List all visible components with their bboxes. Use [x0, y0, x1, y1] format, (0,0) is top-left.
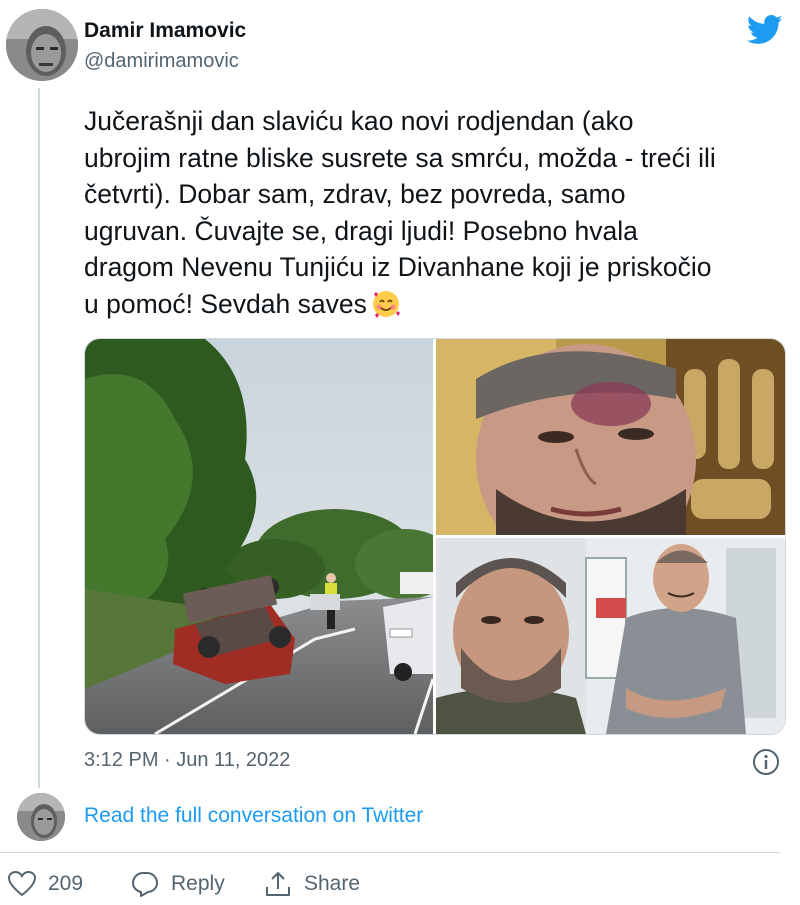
author-name[interactable]: Damir Imamovic [84, 19, 246, 43]
reader-avatar [17, 793, 65, 841]
reply-button[interactable]: Reply [131, 868, 225, 900]
overturned-car-road-photo[interactable] [85, 339, 433, 734]
share-label: Share [304, 872, 361, 895]
tweet-timestamp[interactable]: 3:12 PM · Jun 11, 2022 [84, 749, 290, 772]
share-button[interactable]: Share [264, 868, 360, 900]
reply-icon [132, 872, 158, 897]
two-men-selfie-photo[interactable] [436, 538, 785, 734]
author-handle[interactable]: @damirimamovic [84, 50, 239, 73]
heart-icon [8, 871, 36, 897]
media-grid [84, 338, 786, 735]
smiling-face-with-hearts-icon [371, 289, 401, 329]
bruised-face-selfie-photo[interactable] [436, 339, 785, 535]
author-avatar[interactable] [6, 9, 78, 81]
like-button[interactable]: 209 [8, 868, 83, 900]
thread-line [38, 88, 40, 788]
tweet-body: Jučerašnji dan slaviću kao novi rodjenda… [84, 106, 724, 319]
share-icon [266, 872, 290, 896]
reply-label: Reply [171, 872, 225, 895]
info-icon[interactable] [751, 747, 781, 777]
twitter-bird-icon[interactable] [747, 15, 783, 45]
divider [0, 852, 780, 853]
tweet-text: Jučerašnji dan slaviću kao novi rodjenda… [84, 103, 724, 328]
like-count: 209 [48, 872, 84, 895]
read-full-conversation-link[interactable]: Read the full conversation on Twitter [84, 804, 423, 828]
